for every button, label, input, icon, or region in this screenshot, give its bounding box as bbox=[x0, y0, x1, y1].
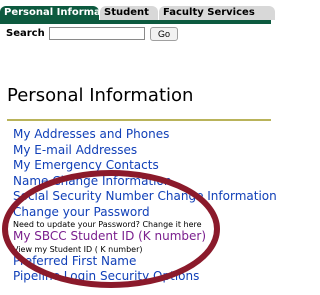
menu-item-ssn-change: Social Security Number Change Informatio… bbox=[13, 189, 277, 205]
menu-item-addresses-phones: My Addresses and Phones bbox=[13, 127, 273, 143]
change-password-description: Need to update your Password? Change it … bbox=[13, 220, 202, 229]
tab-faculty-services[interactable]: Faculty Services bbox=[159, 6, 275, 20]
preferred-first-name-link[interactable]: Preferred First Name bbox=[13, 254, 273, 270]
menu-item-pipeline-login-security: Pipeline Login Security Options bbox=[13, 269, 273, 285]
name-change-link[interactable]: Name Change Information bbox=[13, 174, 273, 190]
email-addresses-link[interactable]: My E-mail Addresses bbox=[13, 143, 273, 159]
addresses-phones-link[interactable]: My Addresses and Phones bbox=[13, 127, 273, 143]
title-divider bbox=[7, 119, 271, 121]
tab-student[interactable]: Student bbox=[100, 6, 158, 20]
tab-bar: Personal Information Student Faculty Ser… bbox=[0, 6, 275, 20]
menu-item-student-id: My SBCC Student ID (K number) View my St… bbox=[13, 229, 273, 254]
personal-info-menu: My Addresses and Phones My E-mail Addres… bbox=[13, 127, 277, 285]
change-password-link[interactable]: Change your Password bbox=[13, 205, 273, 221]
menu-item-emergency-contacts: My Emergency Contacts bbox=[13, 158, 273, 174]
menu-item-change-password: Change your Password Need to update your… bbox=[13, 205, 273, 230]
emergency-contacts-link[interactable]: My Emergency Contacts bbox=[13, 158, 273, 174]
search-label: Search bbox=[6, 28, 45, 39]
menu-item-name-change: Name Change Information bbox=[13, 174, 273, 190]
menu-item-preferred-first-name: Preferred First Name bbox=[13, 254, 273, 270]
tab-personal-information[interactable]: Personal Information bbox=[0, 6, 99, 20]
tab-underline bbox=[0, 20, 271, 24]
student-id-link[interactable]: My SBCC Student ID (K number) bbox=[13, 229, 273, 245]
pipeline-login-security-link[interactable]: Pipeline Login Security Options bbox=[13, 269, 273, 285]
page-title: Personal Information bbox=[7, 85, 194, 106]
menu-item-email-addresses: My E-mail Addresses bbox=[13, 143, 273, 159]
student-id-description: View my Student ID ( K number) bbox=[13, 244, 143, 254]
go-button[interactable]: Go bbox=[150, 27, 178, 41]
ssn-change-link[interactable]: Social Security Number Change Informatio… bbox=[13, 189, 277, 205]
search-input[interactable] bbox=[49, 27, 145, 40]
